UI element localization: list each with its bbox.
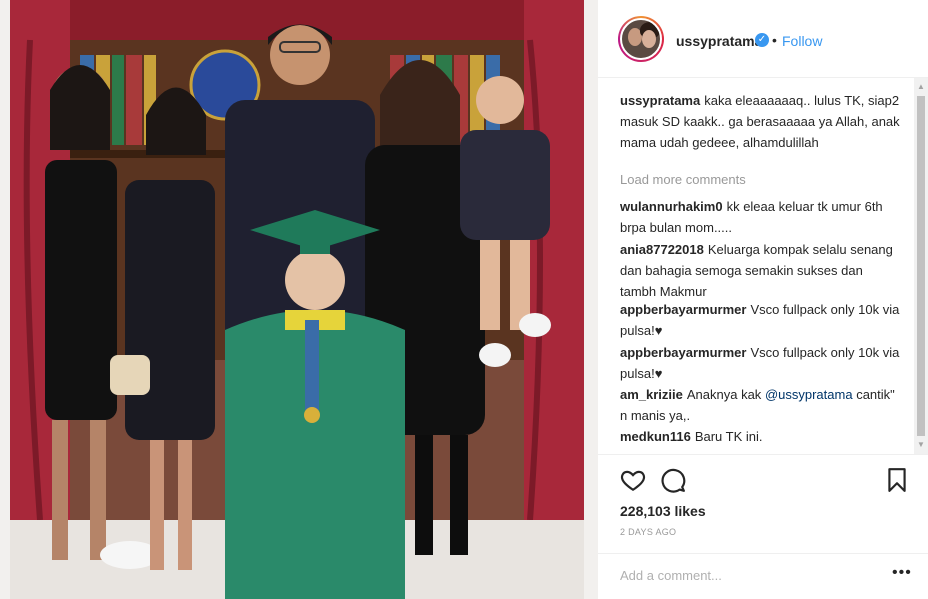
comments-list[interactable]: ussypratama kaka eleaaaaaaq.. lulus TK, s…	[598, 78, 928, 454]
timestamp[interactable]: 2 DAYS AGO	[620, 527, 676, 537]
mention-link[interactable]: @ussypratama	[765, 387, 853, 402]
comment-username[interactable]: ania87722018	[620, 242, 704, 257]
post-header: ussypratama ✓ • Follow	[598, 0, 928, 78]
comment-username[interactable]: appberbayarmurmer	[620, 302, 746, 317]
comment-username[interactable]: wulannurhakim0	[620, 199, 723, 214]
comment-username[interactable]: am_kriziie	[620, 387, 683, 402]
post-sidebar: ussypratama ✓ • Follow ussypratama kaka e…	[598, 0, 928, 599]
likes-count[interactable]: 228,103 likes	[620, 503, 706, 519]
post-photo[interactable]	[0, 0, 598, 599]
scrollbar-thumb[interactable]	[917, 96, 925, 436]
comment-username[interactable]: appberbayarmurmer	[620, 345, 746, 360]
avatar-image	[620, 18, 662, 60]
post-actions: 228,103 likes 2 DAYS AGO	[598, 454, 928, 554]
verified-badge-icon: ✓	[755, 33, 769, 47]
list-item: wulannurhakim0 kk eleaa keluar tk umur 6t…	[620, 196, 900, 238]
family-graduation-photo	[10, 0, 584, 599]
comment-input[interactable]: Add a comment...	[620, 568, 722, 583]
heart-icon[interactable]	[620, 467, 646, 493]
list-item: ania87722018 Keluarga kompak selalu senan…	[620, 239, 900, 302]
list-item: appberbayarmurmer Vsco fullpack only 10k …	[620, 342, 900, 384]
comment-username[interactable]: ussypratama	[620, 93, 700, 108]
scroll-down-arrow-icon[interactable]: ▼	[914, 440, 928, 452]
username-link[interactable]: ussypratama	[676, 33, 762, 49]
list-item: medkun116 Baru TK ini.	[620, 426, 900, 447]
comment-username[interactable]: medkun116	[620, 429, 691, 444]
comment-text: Baru TK ini.	[694, 429, 763, 444]
list-item: appberbayarmurmer Vsco fullpack only 10k …	[620, 299, 900, 341]
add-comment-bar: Add a comment... •••	[598, 553, 928, 599]
separator-dot: •	[772, 32, 777, 48]
comment-bubble-icon[interactable]	[660, 467, 686, 493]
avatar[interactable]	[618, 16, 664, 62]
follow-button[interactable]: Follow	[782, 33, 822, 49]
bookmark-icon[interactable]	[884, 467, 910, 493]
load-more-comments-button[interactable]: Load more comments	[620, 172, 746, 187]
more-options-icon[interactable]: •••	[892, 564, 912, 582]
comment-text: Anaknya kak	[686, 387, 762, 402]
caption: ussypratama kaka eleaaaaaaq.. lulus TK, s…	[620, 90, 900, 153]
list-item: am_kriziie Anaknya kak @ussypratama canti…	[620, 384, 900, 426]
scroll-up-arrow-icon[interactable]: ▲	[914, 82, 928, 94]
